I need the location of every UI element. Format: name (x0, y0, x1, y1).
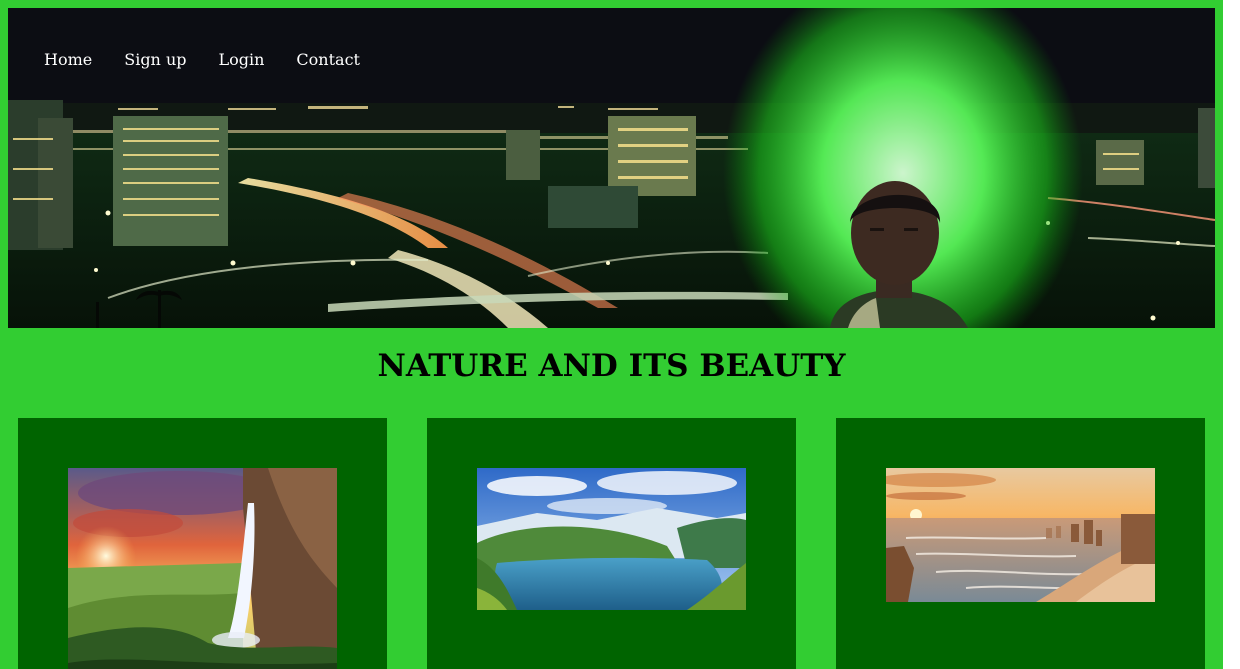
fjord-image (477, 468, 746, 610)
nav-link-signup[interactable]: Sign up (124, 50, 186, 70)
card-coast (836, 418, 1205, 669)
main-nav: Home Sign up Login Contact (44, 50, 392, 70)
page-title: NATURE AND ITS BEAUTY (377, 348, 846, 384)
waterfall-image (68, 468, 337, 669)
page: Home Sign up Login Contact NATURE AND IT… (0, 0, 1223, 669)
card-waterfall (18, 418, 387, 669)
nav-link-home[interactable]: Home (44, 50, 92, 70)
nav-link-contact[interactable]: Contact (296, 50, 360, 70)
card-fjord (427, 418, 796, 669)
hero-banner: Home Sign up Login Contact (8, 8, 1215, 328)
coast-image (886, 468, 1155, 602)
nav-link-login[interactable]: Login (219, 50, 265, 70)
